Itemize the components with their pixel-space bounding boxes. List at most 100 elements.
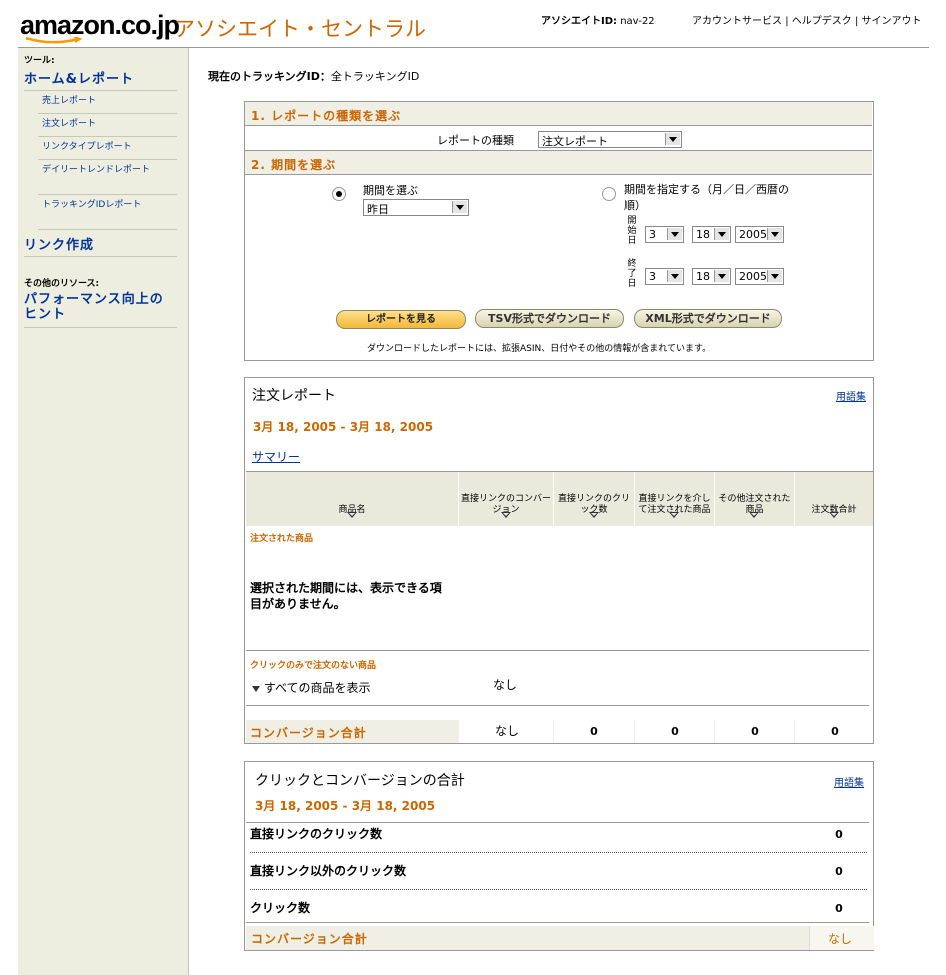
associate-id-label: アソシエイトID: bbox=[541, 16, 618, 27]
total-direct-clicks: 0 bbox=[590, 725, 598, 738]
period-choose-select[interactable]: 昨日 bbox=[363, 199, 469, 216]
sidebar-item-link-create[interactable]: リンク作成 bbox=[24, 234, 94, 253]
show-all-value: なし bbox=[493, 678, 518, 692]
sidebar-item-sales-report[interactable]: 売上レポート bbox=[42, 96, 176, 107]
sort-direct-clicks-icon[interactable] bbox=[589, 512, 599, 518]
sort-direct-conversion-icon[interactable] bbox=[501, 512, 511, 518]
direct-click-count-value: 0 bbox=[835, 828, 843, 841]
period-choose-label: 期間を選ぶ bbox=[363, 184, 418, 197]
sidebar-item-home-report[interactable]: ホーム&レポート bbox=[24, 68, 134, 87]
xml-download-button[interactable]: XML形式でダウンロード bbox=[634, 309, 782, 328]
cc-conversion-total-label: コンバージョン合計 bbox=[251, 932, 368, 946]
sort-total-orders-icon[interactable] bbox=[829, 512, 839, 518]
click-conversion-title: クリックとコンバージョンの合計 bbox=[255, 773, 465, 789]
click-conversion-date-range: 3月 18, 2005 - 3月 18, 2005 bbox=[255, 799, 436, 813]
show-all-products-toggle[interactable]: すべての商品を表示 bbox=[252, 679, 371, 696]
end-month-select[interactable]: 3 bbox=[645, 268, 684, 285]
sort-other-ordered-icon[interactable] bbox=[749, 512, 759, 518]
divider bbox=[38, 113, 177, 114]
associate-id-value: nav-22 bbox=[620, 16, 655, 27]
sign-out-link[interactable]: サインアウト bbox=[862, 16, 922, 27]
conversion-total-label: コンバージョン合計 bbox=[250, 726, 367, 740]
link-separator: | bbox=[785, 16, 789, 27]
divider bbox=[246, 922, 869, 923]
top-links: アカウントサービス | ヘルプデスク | サインアウト bbox=[692, 12, 922, 27]
start-date-label: 開始日 bbox=[627, 216, 637, 246]
chevron-down-icon bbox=[667, 228, 682, 240]
link-separator: | bbox=[854, 16, 859, 27]
dotted-divider bbox=[250, 852, 867, 853]
total-other-ordered: 0 bbox=[751, 725, 759, 738]
dotted-divider bbox=[250, 889, 867, 890]
tsv-download-button[interactable]: TSV形式でダウンロード bbox=[475, 309, 624, 328]
conversion-total-row: コンバージョン合計 なし 0 0 0 0 bbox=[246, 720, 873, 743]
start-day-select[interactable]: 18 bbox=[692, 226, 731, 243]
sidebar-item-linktype-report[interactable]: リンクタイプレポート bbox=[42, 142, 176, 153]
start-month-select[interactable]: 3 bbox=[645, 226, 684, 243]
non-direct-click-count-label: 直接リンク以外のクリック数 bbox=[250, 864, 407, 878]
divider bbox=[38, 194, 177, 195]
tracking-id-label: 現在のトラッキングID： bbox=[208, 70, 331, 83]
order-report-panel: 注文レポート 用語集 3月 18, 2005 - 3月 18, 2005 サマリ… bbox=[244, 377, 874, 744]
total-direct-ordered: 0 bbox=[671, 725, 679, 738]
total-direct-conversion: なし bbox=[494, 724, 519, 738]
divider bbox=[38, 136, 177, 137]
table-header: 商品名 直接リンクのコンバージョン 直接リンクのクリック数 直接リンクを介して注… bbox=[246, 471, 873, 526]
end-day-select[interactable]: 18 bbox=[692, 268, 731, 285]
glossary-link[interactable]: 用語集 bbox=[834, 774, 864, 789]
divider bbox=[38, 229, 177, 230]
chevron-down-icon bbox=[452, 201, 467, 213]
order-report-date-range: 3月 18, 2005 - 3月 18, 2005 bbox=[253, 420, 434, 434]
step1-header: 1. レポートの種類を選ぶ bbox=[245, 102, 872, 126]
start-day-value: 18 bbox=[696, 228, 710, 241]
divider bbox=[24, 90, 177, 91]
sidebar-item-tracking-id-report[interactable]: トラッキングIDレポート bbox=[42, 200, 176, 211]
period-choose-radio[interactable] bbox=[332, 187, 346, 201]
divider bbox=[24, 256, 177, 257]
report-type-select[interactable]: 注文レポート bbox=[538, 131, 682, 148]
chevron-down-icon bbox=[252, 685, 260, 692]
sort-direct-ordered-icon[interactable] bbox=[669, 512, 679, 518]
account-service-link[interactable]: アカウントサービス bbox=[692, 16, 782, 27]
click-only-heading: クリックのみで注文のない商品 bbox=[250, 661, 377, 671]
app-title: アソシエイト・セントラル bbox=[174, 17, 426, 41]
no-items-message: 選択された期間には、表示できる項目がありません。 bbox=[250, 581, 442, 611]
chevron-down-icon bbox=[665, 133, 680, 145]
total-cell: 0 bbox=[635, 720, 714, 743]
sidebar-item-daily-trend-report[interactable]: デイリートレンドレポート bbox=[42, 165, 176, 176]
sidebar: ツール: ホーム&レポート 売上レポート 注文レポート リンクタイプレポート デ… bbox=[18, 48, 189, 975]
cc-conversion-total-value: なし bbox=[828, 932, 853, 946]
report-form: 1. レポートの種類を選ぶ レポートの種類 注文レポート 2. 期間を選ぶ 期間… bbox=[244, 101, 874, 361]
glossary-link[interactable]: 用語集 bbox=[836, 388, 866, 403]
total-orders: 0 bbox=[831, 725, 839, 738]
tracking-id: 現在のトラッキングID：全トラッキングID bbox=[208, 68, 419, 84]
end-day-value: 18 bbox=[696, 270, 710, 283]
sidebar-item-performance-hint[interactable]: パフォーマンス向上のヒント bbox=[24, 292, 174, 322]
other-resources-label: その他のリソース: bbox=[24, 279, 100, 289]
step2-title: 2. 期間を選ぶ bbox=[251, 158, 337, 172]
chevron-down-icon bbox=[767, 228, 782, 240]
divider bbox=[246, 822, 869, 823]
sidebar-item-order-report[interactable]: 注文レポート bbox=[42, 119, 176, 130]
click-conversion-panel: クリックとコンバージョンの合計 用語集 3月 18, 2005 - 3月 18,… bbox=[244, 761, 874, 951]
total-cell: なし bbox=[459, 720, 553, 743]
total-cell: 0 bbox=[554, 720, 634, 743]
help-desk-link[interactable]: ヘルプデスク bbox=[792, 16, 852, 27]
sort-product-icon[interactable] bbox=[347, 512, 357, 518]
click-count-value: 0 bbox=[835, 902, 843, 915]
start-year-select[interactable]: 2005 bbox=[735, 226, 784, 243]
period-specify-radio[interactable] bbox=[602, 187, 616, 201]
non-direct-click-count-value: 0 bbox=[835, 865, 843, 878]
download-note: ダウンロードしたレポートには、拡張ASIN、日付やその他の情報が含まれています。 bbox=[367, 344, 712, 354]
chevron-down-icon bbox=[767, 270, 782, 282]
start-month-value: 3 bbox=[649, 228, 656, 241]
associate-id: アソシエイトID: nav-22 bbox=[541, 12, 655, 27]
view-report-button[interactable]: レポートを見る bbox=[336, 310, 466, 329]
tools-label: ツール: bbox=[24, 56, 55, 66]
chevron-down-icon bbox=[667, 270, 682, 282]
summary-link[interactable]: サマリー bbox=[252, 448, 300, 465]
show-all-products-label: すべての商品を表示 bbox=[263, 681, 371, 695]
end-year-select[interactable]: 2005 bbox=[735, 268, 784, 285]
divider bbox=[38, 159, 177, 160]
end-year-value: 2005 bbox=[739, 270, 767, 283]
